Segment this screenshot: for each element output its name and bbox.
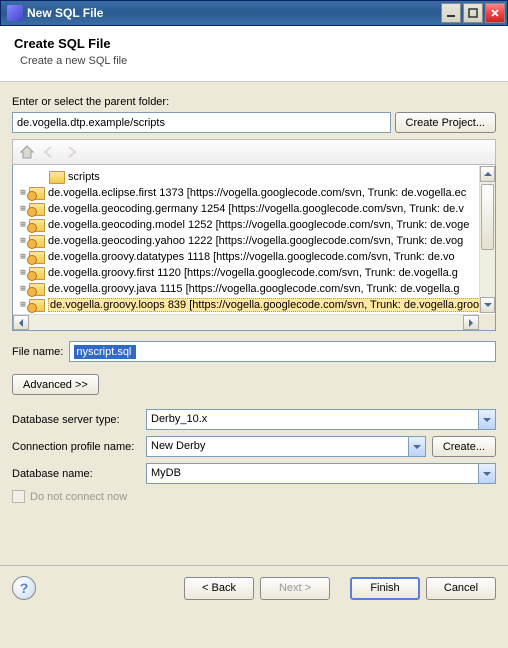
- chevron-down-icon[interactable]: [478, 464, 495, 483]
- folder-icon: [49, 170, 65, 184]
- scroll-right-button[interactable]: [463, 315, 479, 330]
- tree-item-label: de.vogella.eclipse.first 1373 [https://v…: [48, 187, 466, 199]
- create-project-button[interactable]: Create Project...: [395, 112, 496, 133]
- forward-icon[interactable]: [63, 144, 79, 160]
- tree-item[interactable]: ⊞de.vogella.groovy.first 1120 [https://v…: [17, 265, 495, 281]
- tree-nav: [12, 139, 496, 165]
- tree-item-label: de.vogella.groovy.java 1115 [https://vog…: [48, 283, 460, 295]
- back-button[interactable]: < Back: [184, 577, 254, 600]
- next-button: Next >: [260, 577, 330, 600]
- tree-item[interactable]: ⊞de.vogella.groovy.loops 839 [https://vo…: [17, 297, 495, 313]
- scroll-down-button[interactable]: [480, 297, 495, 313]
- tree-item-label: de.vogella.groovy.loops 839 [https://vog…: [48, 298, 494, 312]
- project-icon: [29, 266, 45, 280]
- minimize-button[interactable]: [441, 3, 461, 23]
- database-name-label: Database name:: [12, 468, 140, 480]
- project-icon: [29, 250, 45, 264]
- parent-folder-input[interactable]: [12, 112, 391, 133]
- project-icon: [29, 298, 45, 312]
- chevron-down-icon[interactable]: [478, 410, 495, 429]
- tree-item-label: de.vogella.groovy.datatypes 1118 [https:…: [48, 251, 455, 263]
- maximize-button[interactable]: [463, 3, 483, 23]
- scroll-thumb[interactable]: [481, 184, 494, 250]
- project-icon: [29, 186, 45, 200]
- filename-input-text[interactable]: [74, 345, 136, 359]
- database-name-combo[interactable]: MyDB: [146, 463, 496, 484]
- cancel-button[interactable]: Cancel: [426, 577, 496, 600]
- project-icon: [29, 282, 45, 296]
- connection-profile-label: Connection profile name:: [12, 441, 140, 453]
- do-not-connect-checkbox: [12, 490, 25, 503]
- home-icon[interactable]: [19, 144, 35, 160]
- parent-folder-label: Enter or select the parent folder:: [12, 96, 496, 108]
- tree-item-label: de.vogella.groovy.first 1120 [https://vo…: [48, 267, 458, 279]
- combo-value: New Derby: [147, 437, 408, 456]
- tree-item-label: de.vogella.geocoding.model 1252 [https:/…: [48, 219, 469, 231]
- horizontal-scrollbar[interactable]: [13, 314, 479, 330]
- banner-heading: Create SQL File: [14, 36, 494, 51]
- vertical-scrollbar[interactable]: [479, 166, 495, 313]
- tree-item[interactable]: ⊞de.vogella.groovy.java 1115 [https://vo…: [17, 281, 495, 297]
- combo-value: Derby_10.x: [147, 410, 478, 429]
- scroll-corner: [479, 314, 495, 330]
- tree-item[interactable]: ⊞de.vogella.geocoding.yahoo 1222 [https:…: [17, 233, 495, 249]
- do-not-connect-label: Do not connect now: [30, 491, 127, 503]
- project-icon: [29, 218, 45, 232]
- project-icon: [29, 234, 45, 248]
- help-button[interactable]: ?: [12, 576, 36, 600]
- filename-label: File name:: [12, 346, 63, 358]
- banner-subtext: Create a new SQL file: [20, 55, 494, 67]
- tree-item[interactable]: ⊞de.vogella.geocoding.germany 1254 [http…: [17, 201, 495, 217]
- chevron-down-icon[interactable]: [408, 437, 425, 456]
- finish-button[interactable]: Finish: [350, 577, 420, 600]
- folder-tree[interactable]: scripts ⊞de.vogella.eclipse.first 1373 […: [12, 165, 496, 331]
- create-connection-button[interactable]: Create...: [432, 436, 496, 457]
- tree-item-label: de.vogella.geocoding.germany 1254 [https…: [48, 203, 464, 215]
- tree-item[interactable]: ⊞de.vogella.geocoding.model 1252 [https:…: [17, 217, 495, 233]
- connection-profile-combo[interactable]: New Derby: [146, 436, 426, 457]
- scroll-left-button[interactable]: [13, 315, 29, 330]
- tree-item-label: scripts: [68, 171, 100, 183]
- scroll-up-button[interactable]: [480, 166, 495, 182]
- tree-item[interactable]: ⊞de.vogella.groovy.datatypes 1118 [https…: [17, 249, 495, 265]
- db-server-type-combo[interactable]: Derby_10.x: [146, 409, 496, 430]
- advanced-button[interactable]: Advanced >>: [12, 374, 99, 395]
- tree-item-label: de.vogella.geocoding.yahoo 1222 [https:/…: [48, 235, 463, 247]
- filename-input[interactable]: [69, 341, 496, 362]
- tree-folder-scripts[interactable]: scripts: [17, 169, 495, 185]
- db-server-type-label: Database server type:: [12, 414, 140, 426]
- window-title: New SQL File: [27, 6, 439, 20]
- back-icon[interactable]: [41, 144, 57, 160]
- wizard-banner: Create SQL File Create a new SQL file: [0, 26, 508, 82]
- tree-item[interactable]: ⊞de.vogella.eclipse.first 1373 [https://…: [17, 185, 495, 201]
- project-icon: [29, 202, 45, 216]
- window-titlebar: New SQL File: [0, 0, 508, 26]
- close-button[interactable]: [485, 3, 505, 23]
- combo-value: MyDB: [147, 464, 478, 483]
- app-icon: [7, 5, 23, 21]
